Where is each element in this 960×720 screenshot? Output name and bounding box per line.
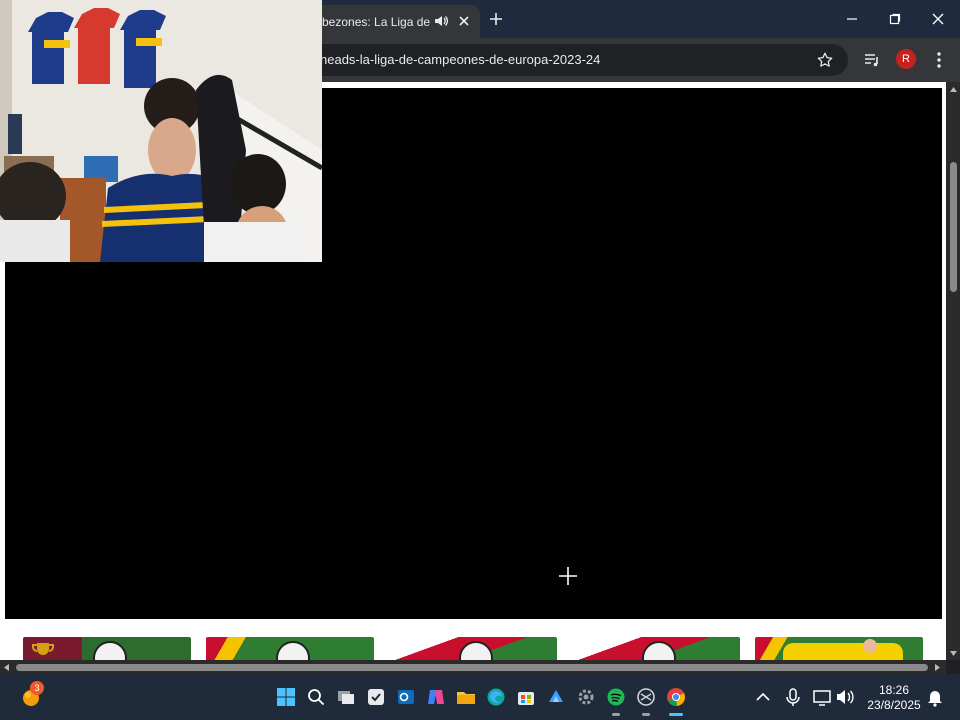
- copilot-icon[interactable]: [425, 686, 447, 708]
- tab-title: bezones: La Liga de C: [322, 14, 430, 29]
- close-icon: [932, 13, 944, 25]
- move-cursor-icon: [559, 567, 577, 585]
- thumbnail-banner: [783, 643, 903, 660]
- menu-icon[interactable]: [929, 50, 949, 70]
- vertical-scrollbar-thumb[interactable]: [950, 162, 957, 292]
- settings-icon[interactable]: [575, 686, 597, 708]
- bookmark-star-icon[interactable]: [816, 51, 834, 69]
- scroll-left-arrow-icon[interactable]: [3, 663, 10, 672]
- maximize-icon: [889, 13, 901, 25]
- address-url: heads-la-liga-de-campeones-de-europa-202…: [320, 52, 601, 67]
- volume-icon[interactable]: [834, 686, 856, 708]
- soccer-ball-icon: [642, 641, 676, 660]
- display-icon[interactable]: [811, 686, 833, 708]
- thumbnail[interactable]: [23, 637, 191, 660]
- app-icon[interactable]: [545, 686, 567, 708]
- close-window-button[interactable]: [925, 6, 951, 32]
- todo-icon[interactable]: [365, 686, 387, 708]
- chrome-icon[interactable]: [665, 686, 687, 708]
- system-clock[interactable]: 18:26 23/8/2025: [862, 683, 926, 713]
- thumbnail[interactable]: [389, 637, 557, 660]
- app2-icon[interactable]: [635, 686, 657, 708]
- chrome-active-indicator: [669, 713, 683, 716]
- outlook-icon[interactable]: [395, 686, 417, 708]
- microphone-icon[interactable]: [782, 686, 804, 708]
- horizontal-scrollbar-thumb[interactable]: [16, 664, 928, 671]
- thumbnail[interactable]: [572, 637, 740, 660]
- media-controls-icon[interactable]: [862, 50, 882, 70]
- start-icon[interactable]: [275, 686, 297, 708]
- clock-date: 23/8/2025: [867, 698, 921, 712]
- chevron-up-icon[interactable]: [752, 686, 774, 708]
- browser-tab-active[interactable]: bezones: La Liga de C: [300, 5, 480, 38]
- store-icon[interactable]: [515, 686, 537, 708]
- new-tab-icon[interactable]: [486, 9, 506, 29]
- search-icon[interactable]: [305, 686, 327, 708]
- profile-avatar[interactable]: R: [896, 49, 916, 69]
- file-explorer-icon[interactable]: [455, 686, 477, 708]
- app2-running-indicator: [642, 713, 650, 716]
- maximize-button[interactable]: [882, 6, 908, 32]
- scroll-down-arrow-icon[interactable]: [949, 650, 958, 657]
- thumbnail[interactable]: [755, 637, 923, 660]
- close-icon[interactable]: [456, 13, 472, 29]
- notification-icon[interactable]: [924, 686, 946, 708]
- soccer-ball-icon: [276, 641, 310, 660]
- screen: bezones: La Liga de C heads-la-liga-de-c…: [0, 0, 960, 720]
- minimize-button[interactable]: [839, 6, 865, 32]
- webcam-overlay: [0, 0, 322, 262]
- related-thumbnails: [0, 637, 946, 660]
- spotify-running-indicator: [612, 713, 620, 716]
- address-bar[interactable]: heads-la-liga-de-campeones-de-europa-202…: [300, 44, 848, 76]
- scroll-up-arrow-icon[interactable]: [949, 86, 958, 93]
- player-head: [863, 639, 877, 653]
- windows-taskbar: 18:26 23/8/2025: [0, 674, 960, 720]
- scroll-right-arrow-icon[interactable]: [934, 663, 941, 672]
- thumbnail[interactable]: [206, 637, 374, 660]
- minimize-icon: [847, 18, 857, 20]
- trophy-icon: [32, 643, 54, 655]
- speaker-icon[interactable]: [433, 13, 449, 29]
- soccer-ball-icon: [459, 641, 493, 660]
- notification-badge: 3: [30, 681, 44, 695]
- spotify-icon[interactable]: [605, 686, 627, 708]
- webcam-feed-image: [0, 0, 322, 262]
- edge-icon[interactable]: [485, 686, 507, 708]
- soccer-ball-icon: [93, 641, 127, 660]
- clock-time: 18:26: [878, 683, 910, 697]
- task-view-icon[interactable]: [335, 686, 357, 708]
